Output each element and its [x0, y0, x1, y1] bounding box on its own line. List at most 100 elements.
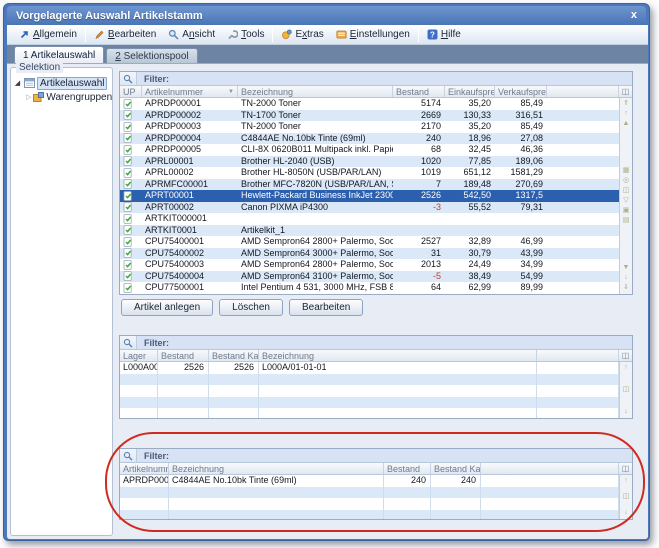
grid-row-empty[interactable]	[120, 385, 619, 397]
menu-item-allgemein[interactable]: Allgemein	[13, 26, 83, 44]
warehouse-grid-filter-bar[interactable]: Filter:	[120, 336, 632, 350]
grid-nav-down-icon[interactable]: ↓	[624, 274, 628, 282]
grid-row[interactable]: APRDP00003TN-2000 Toner217035,2085,49	[120, 121, 619, 133]
filter-magnifier-icon[interactable]	[120, 336, 137, 349]
menu-item-extras[interactable]: Extras	[275, 26, 329, 44]
column-chooser-icon[interactable]: ◫	[619, 350, 632, 361]
column-header-artikelnummer[interactable]: Artikelnummer▼	[142, 86, 238, 97]
column-header-bestand[interactable]: Bestand	[393, 86, 445, 97]
grid-row[interactable]: APRDP00001TN-2000 Toner517435,2085,49	[120, 98, 619, 110]
grid-row[interactable]: APRL00001Brother HL-2040 (USB)102077,851…	[120, 156, 619, 168]
grid-row[interactable]: ARTKIT0001Artikelkit_1	[120, 225, 619, 237]
filter-magnifier-icon[interactable]	[120, 72, 137, 85]
grid-nav-filt-icon[interactable]: ▽	[623, 197, 628, 205]
grid-nav-cols-icon[interactable]: ◫	[623, 386, 630, 394]
menu-item-tools[interactable]: Tools	[221, 26, 270, 44]
menu-item-einstellungen[interactable]: Einstellungen	[330, 26, 416, 44]
grid-row[interactable]: CPU75400001AMD Sempron64 2800+ Palermo, …	[120, 236, 619, 248]
column-header-bestand-kalk-[interactable]: Bestand Kalk.	[209, 350, 259, 361]
tab-2-selektionspool[interactable]: 2 Selektionspool	[106, 48, 197, 63]
menu-item-bearbeiten[interactable]: Bearbeiten	[88, 26, 162, 44]
grid-row[interactable]: APRL00002Brother HL-8050N (USB/PAR/LAN)1…	[120, 167, 619, 179]
grid-row[interactable]: APRDP00004C4844AE No.10bk Tinte (69ml)24…	[120, 475, 619, 487]
grid-nav-list-icon[interactable]: ▤	[623, 217, 630, 225]
grid-nav-up-icon[interactable]: ↑	[624, 477, 628, 485]
grid-row[interactable]: CPU75400004AMD Sempron64 3100+ Palermo, …	[120, 271, 619, 283]
grid-row-empty[interactable]	[120, 510, 619, 520]
column-chooser-icon[interactable]: ◫	[619, 86, 632, 97]
grid-row-empty[interactable]	[120, 498, 619, 510]
menu-item-hilfe[interactable]: ?Hilfe	[421, 26, 467, 44]
column-header-bestand-kalk-[interactable]: Bestand Kalk.	[431, 463, 481, 474]
grid-nav-down-icon[interactable]: ↓	[624, 509, 628, 517]
grid-nav-cols-icon[interactable]: ◫	[623, 187, 630, 195]
grid-nav-down-icon[interactable]: ↓	[624, 408, 628, 416]
column-header-bezeichnung[interactable]: Bezeichnung	[169, 463, 384, 474]
arrow-ne-icon	[19, 29, 30, 40]
column-header-up[interactable]: UP	[120, 86, 142, 97]
column-header-artikelnummer[interactable]: Artikelnummer	[120, 463, 169, 474]
cell-blank	[547, 98, 619, 110]
column-header-bestand[interactable]: Bestand	[158, 350, 209, 361]
tree-node-label[interactable]: Warengruppen	[46, 92, 112, 103]
column-header-einkaufspreis[interactable]: Einkaufspreis	[445, 86, 495, 97]
column-header-lager[interactable]: Lager	[120, 350, 158, 361]
cell-blank	[547, 259, 619, 271]
grid-row[interactable]: APRMFC00001Brother MFC-7820N (USB/PAR/LA…	[120, 179, 619, 191]
article-doc-icon	[120, 259, 142, 271]
edit-button[interactable]: Bearbeiten	[289, 299, 363, 316]
grid-nav-first-icon[interactable]: ⇑	[623, 100, 629, 108]
grid-row[interactable]: APRT00001Hewlett-Packard Business InkJet…	[120, 190, 619, 202]
delete-button[interactable]: Löschen	[219, 299, 283, 316]
grid-row[interactable]: APRT00002Canon PIXMA iP4300-355,5279,31	[120, 202, 619, 214]
grid-row[interactable]: ARTKIT000001	[120, 213, 619, 225]
column-header-bezeichnung[interactable]: Bezeichnung	[259, 350, 537, 361]
tree-collapsed-icon[interactable]: ▷	[26, 93, 31, 101]
grid-nav-last-icon[interactable]: ⇓	[623, 284, 629, 292]
column-header-blank[interactable]	[481, 463, 619, 474]
cell-einkaufspreis: 30,79	[445, 248, 495, 260]
grid-nav-cols-icon[interactable]: ◫	[623, 493, 630, 501]
cell-blank	[481, 498, 619, 510]
column-header-verkaufspreis[interactable]: Verkaufspreis	[495, 86, 547, 97]
create-article-button[interactable]: Artikel anlegen	[121, 299, 213, 316]
tab-strip: 1 Artikelauswahl2 Selektionspool	[7, 45, 648, 64]
column-header-blank[interactable]	[537, 350, 619, 361]
grid-nav-find-icon[interactable]: ◎	[623, 177, 629, 185]
tree-node-label[interactable]: Artikelauswahl	[37, 77, 107, 90]
cell-blank	[547, 213, 619, 225]
grid-row-empty[interactable]	[120, 408, 619, 418]
grid-row[interactable]: CPU77500001Intel Pentium 4 531, 3000 MHz…	[120, 282, 619, 294]
grid-nav-next-icon[interactable]: ▼	[623, 264, 630, 272]
tree-node-artikelauswahl[interactable]: ◢ Artikelauswahl	[13, 76, 110, 90]
tab-1-artikelauswahl[interactable]: 1 Artikelauswahl	[14, 46, 104, 63]
column-chooser-icon[interactable]: ◫	[619, 463, 632, 474]
column-header-bestand[interactable]: Bestand	[384, 463, 431, 474]
grid-row[interactable]: CPU75400003AMD Sempron64 2800+ Palermo, …	[120, 259, 619, 271]
grid-nav-up-icon[interactable]: ↑	[624, 110, 628, 118]
grid-nav-prev-icon[interactable]: ▲	[623, 120, 630, 128]
grid-row-empty[interactable]	[120, 397, 619, 409]
grid-nav-up-icon[interactable]: ↑	[624, 364, 628, 372]
tree-node-warengruppen[interactable]: ▷ Warengruppen	[13, 90, 110, 104]
column-header-bezeichnung[interactable]: Bezeichnung	[238, 86, 393, 97]
filter-magnifier-icon[interactable]	[120, 449, 137, 462]
grid-row[interactable]: APRDP00004C4844AE No.10bk Tinte (69ml)24…	[120, 133, 619, 145]
grid-row[interactable]: CPU75400002AMD Sempron64 3000+ Palermo, …	[120, 248, 619, 260]
grid-nav-panel-icon[interactable]: ▣	[623, 207, 630, 215]
grid-row[interactable]: APRDP00002TN-1700 Toner2669130,33316,51	[120, 110, 619, 122]
column-header-blank[interactable]	[547, 86, 619, 97]
grid-nav-view-icon[interactable]: ▦	[623, 167, 630, 175]
detail-grid-rows: APRDP00004C4844AE No.10bk Tinte (69ml)24…	[120, 475, 619, 519]
detail-grid-filter-bar[interactable]: Filter:	[120, 449, 632, 463]
menu-item-ansicht[interactable]: Ansicht	[162, 26, 221, 44]
selektion-tree: ◢ Artikelauswahl ▷ Warengruppen	[13, 76, 110, 533]
grid-row-empty[interactable]	[120, 374, 619, 386]
tree-expanded-icon[interactable]: ◢	[13, 79, 22, 87]
article-grid-filter-bar[interactable]: Filter:	[120, 72, 632, 86]
cell-verkaufspreis: 27,08	[495, 133, 547, 145]
grid-row-empty[interactable]	[120, 487, 619, 499]
grid-row[interactable]: L000A00125262526L000A/01-01-01	[120, 362, 619, 374]
grid-row[interactable]: APRDP00005CLI-8X 0620B011 Multipack inkl…	[120, 144, 619, 156]
close-icon[interactable]: x	[631, 10, 637, 21]
